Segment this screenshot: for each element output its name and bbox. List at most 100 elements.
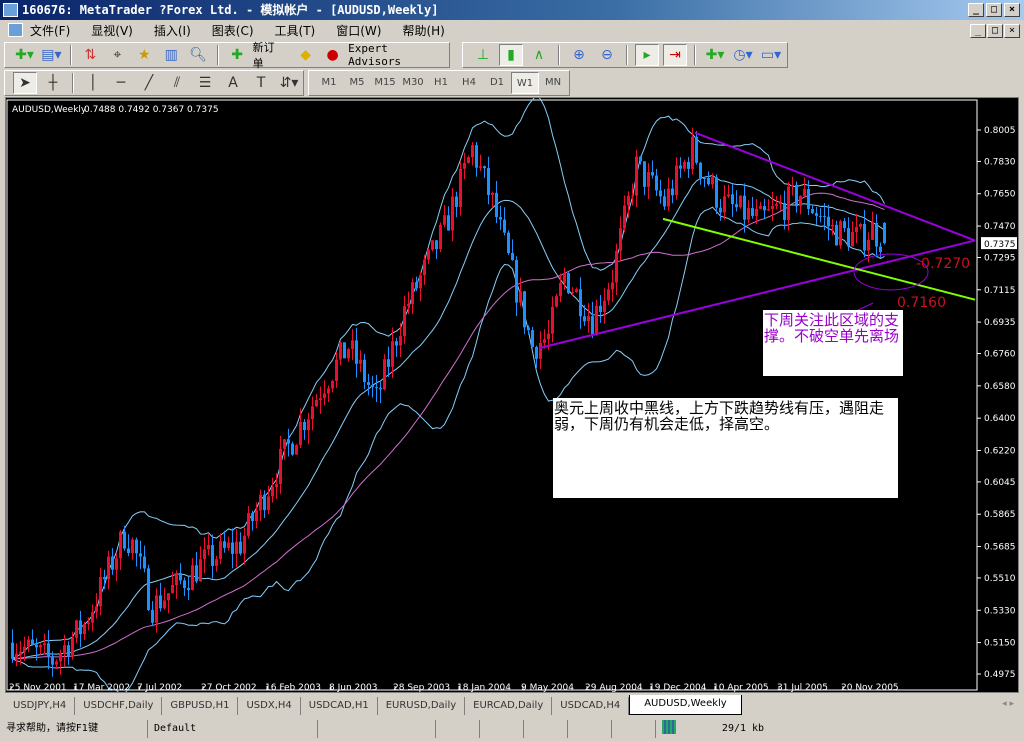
candle <box>471 141 474 166</box>
chart-shift-icon[interactable]: ⇥ <box>663 44 687 66</box>
tf-mn[interactable]: MN <box>539 72 567 94</box>
candle <box>111 548 114 575</box>
zoom-in-icon[interactable]: ⊕ <box>567 44 591 66</box>
candle <box>207 534 210 556</box>
line-chart-icon[interactable]: ∧ <box>527 44 551 66</box>
candle <box>659 179 662 204</box>
close-button[interactable]: × <box>1004 3 1020 17</box>
candle <box>663 189 666 210</box>
tab-usdcad-h4[interactable]: USDCAD,H4 <box>552 697 630 715</box>
tab-usdchf-daily[interactable]: USDCHF,Daily <box>75 697 163 715</box>
candle <box>679 157 682 178</box>
zoom-out-icon[interactable]: ⊖ <box>595 44 619 66</box>
candle <box>587 303 590 333</box>
tf-m30[interactable]: M30 <box>399 72 427 94</box>
candle <box>447 206 450 231</box>
auto-scroll-icon[interactable]: ▸ <box>635 44 659 66</box>
menu-window[interactable]: 窗口(W) <box>336 22 394 39</box>
menu-charts[interactable]: 图表(C) <box>212 22 267 39</box>
tab-eurusd-daily[interactable]: EURUSD,Daily <box>378 697 466 715</box>
tf-m1[interactable]: M1 <box>315 72 343 94</box>
candle <box>463 152 466 180</box>
candle <box>483 165 486 178</box>
candle <box>635 149 638 208</box>
minimize-button[interactable]: _ <box>968 3 984 17</box>
bar-chart-icon[interactable]: ⊥ <box>471 44 495 66</box>
candle <box>467 155 470 164</box>
templates-icon[interactable]: ▭▾ <box>759 44 783 66</box>
tf-h1[interactable]: H1 <box>427 72 455 94</box>
tf-w1[interactable]: W1 <box>511 72 539 94</box>
cursor-icon[interactable]: ➤ <box>13 72 37 94</box>
candle <box>571 287 574 297</box>
candle <box>839 219 842 249</box>
terminal-icon[interactable]: ▥ <box>160 44 183 66</box>
candle <box>203 537 206 574</box>
candle <box>379 380 382 404</box>
y-tick-label: 0.6045 <box>984 478 1016 488</box>
new-chart-icon[interactable]: ✚▾ <box>13 44 36 66</box>
text-icon[interactable]: A <box>221 72 245 94</box>
tab-usdjpy-h4[interactable]: USDJPY,H4 <box>5 697 76 715</box>
candle <box>703 176 706 188</box>
price-chart[interactable]: AUDUSD,Weekly 0.7488 0.7492 0.7367 0.737… <box>6 98 1018 692</box>
fibonacci-icon[interactable]: ☰ <box>193 72 217 94</box>
y-tick-label: 0.5150 <box>984 639 1016 649</box>
tab-eurcad-daily[interactable]: EURCAD,Daily <box>465 697 553 715</box>
tab-usdcad-h1[interactable]: USDCAD,H1 <box>301 697 378 715</box>
y-tick-label: 0.7470 <box>984 222 1016 232</box>
menu-insert[interactable]: 插入(I) <box>154 22 204 39</box>
x-tick-label: 25 Nov 2001 <box>9 683 67 692</box>
child-restore-button[interactable]: □ <box>987 24 1003 38</box>
warning-icon[interactable]: ◆ <box>294 44 317 66</box>
menu-help[interactable]: 帮助(H) <box>402 22 457 39</box>
candle <box>251 510 254 531</box>
text-label-icon[interactable]: T <box>249 72 273 94</box>
vertical-line-icon[interactable]: │ <box>81 72 105 94</box>
resistance-trendline[interactable] <box>694 131 976 242</box>
candle <box>739 195 742 209</box>
candle <box>175 570 178 599</box>
periods-icon[interactable]: ◷▾ <box>731 44 755 66</box>
candle <box>731 183 734 217</box>
chart-window[interactable]: AUDUSD,Weekly 0.7488 0.7492 0.7367 0.737… <box>5 97 1019 693</box>
child-close-button[interactable]: × <box>1004 24 1020 38</box>
x-tick-label: 28 Sep 2003 <box>393 683 450 692</box>
trendline-icon[interactable]: ╱ <box>137 72 161 94</box>
crosshair-icon[interactable]: ┼ <box>41 72 65 94</box>
menu-file[interactable]: 文件(F) <box>30 22 83 39</box>
tab-audusd-weekly[interactable]: AUDUSD,Weekly <box>629 695 742 715</box>
expert-advisors-icon[interactable]: ● <box>321 44 344 66</box>
menu-view[interactable]: 显视(V) <box>91 22 146 39</box>
child-minimize-button[interactable]: _ <box>970 24 986 38</box>
profiles-icon[interactable]: ▤▾ <box>40 44 63 66</box>
candle <box>623 195 626 233</box>
equidistant-channel-icon[interactable]: ⫽ <box>165 72 189 94</box>
new-order-icon[interactable]: ✚ <box>226 44 249 66</box>
data-window-icon[interactable]: ⌖ <box>106 44 129 66</box>
tf-m5[interactable]: M5 <box>343 72 371 94</box>
tf-m15[interactable]: M15 <box>371 72 399 94</box>
expert-advisors-button[interactable]: Expert Advisors <box>348 42 443 68</box>
status-bar: 寻求帮助，请按F1键 Default 29/1 kb <box>0 718 1024 740</box>
candle <box>835 220 838 246</box>
candle <box>735 190 738 212</box>
tab-scroll-arrows[interactable]: ◂ ▸ <box>1002 699 1014 709</box>
tf-d1[interactable]: D1 <box>483 72 511 94</box>
strategy-tester-icon[interactable]: 🔍︎ <box>187 44 210 66</box>
tf-h4[interactable]: H4 <box>455 72 483 94</box>
menu-tools[interactable]: 工具(T) <box>275 22 329 39</box>
tab-gbpusd-h1[interactable]: GBPUSD,H1 <box>162 697 239 715</box>
candle <box>359 350 362 372</box>
horizontal-line-icon[interactable]: ─ <box>109 72 133 94</box>
candle <box>767 199 770 212</box>
navigator-icon[interactable]: ★ <box>133 44 156 66</box>
market-watch-icon[interactable]: ⇅ <box>79 44 102 66</box>
candlestick-chart-icon[interactable]: ▮ <box>499 44 523 66</box>
candle <box>843 218 846 233</box>
maximize-button[interactable]: □ <box>986 3 1002 17</box>
new-order-button[interactable]: 新订单 <box>253 39 285 71</box>
tab-usdx-h4[interactable]: USDX,H4 <box>238 697 301 715</box>
indicators-icon[interactable]: ✚▾ <box>703 44 727 66</box>
arrows-icon[interactable]: ⇵▾ <box>277 72 301 94</box>
